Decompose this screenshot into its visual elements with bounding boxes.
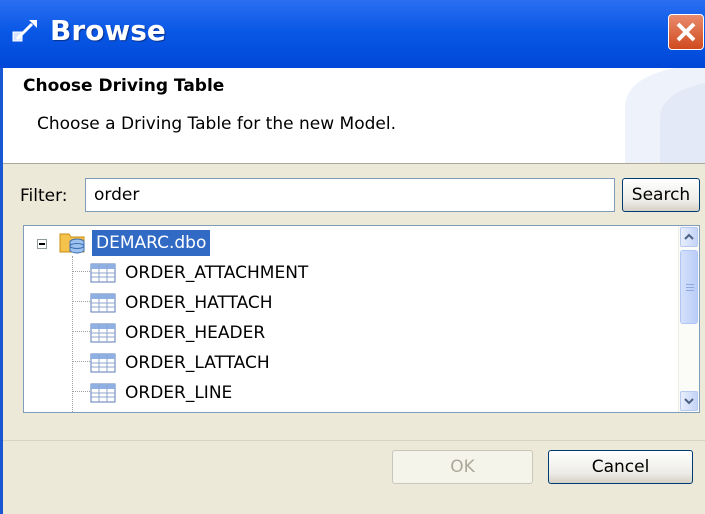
close-button[interactable] [668, 14, 704, 50]
tree-item[interactable]: ORDER_LINE [24, 377, 674, 407]
header-description: Choose a Driving Table for the new Model… [37, 114, 396, 134]
window-title: Browse [50, 14, 166, 47]
cancel-button[interactable]: Cancel [548, 450, 693, 484]
tree-item-label: ORDER_HEADER [125, 323, 266, 343]
title-bar[interactable]: Browse [0, 0, 705, 68]
filter-input[interactable] [85, 178, 615, 212]
browse-dialog: Browse Choose Driving Table Choose a Dri… [0, 0, 705, 514]
header-decoration [625, 68, 705, 163]
tree-item[interactable]: ORDER_LATTACH [24, 347, 674, 377]
ok-button[interactable]: OK [392, 450, 533, 484]
tree-item[interactable]: ORDER_ATTACHMENT [24, 257, 674, 287]
header-title: Choose Driving Table [23, 76, 225, 96]
database-folder-icon [59, 233, 85, 254]
scroll-thumb[interactable] [680, 250, 698, 324]
chevron-down-icon [684, 398, 694, 405]
tree-guide-line [72, 301, 90, 302]
browse-icon [12, 20, 37, 42]
table-icon [90, 353, 116, 373]
tree-root-label[interactable]: DEMARC.dbo [92, 230, 211, 256]
close-icon [676, 22, 696, 42]
vertical-scrollbar[interactable] [678, 226, 699, 412]
tree-item-label: ORDER_LATTACH [125, 353, 270, 373]
tree-item-label: ORDER_ATTACHMENT [125, 263, 309, 283]
tree-guide-line [72, 331, 90, 332]
dialog-header: Choose Driving Table Choose a Driving Ta… [3, 68, 705, 163]
button-bar-divider [3, 440, 705, 441]
table-icon [90, 383, 116, 403]
tree-guide-line [72, 271, 90, 272]
table-icon [90, 263, 116, 283]
tree-item[interactable]: ORDER_HATTACH [24, 287, 674, 317]
search-button[interactable]: Search [622, 178, 700, 212]
scroll-down-button[interactable] [680, 391, 698, 411]
table-icon [90, 323, 116, 343]
thumb-grip [686, 290, 694, 291]
filter-label: Filter: [20, 186, 68, 206]
tree-item-label: ORDER_HATTACH [125, 293, 273, 313]
chevron-up-icon [684, 233, 694, 240]
table-tree[interactable]: DEMARC.dbo ORDER_ATTACHMENT ORDER_HATTAC… [23, 225, 700, 413]
tree-root-row[interactable]: DEMARC.dbo [24, 227, 674, 257]
tree-guide-line [72, 391, 90, 392]
thumb-grip [686, 284, 694, 285]
header-divider [3, 163, 705, 164]
tree-item-label: ORDER_LINE [125, 383, 233, 403]
table-icon [90, 293, 116, 313]
thumb-grip [686, 287, 694, 288]
collapse-toggle-icon[interactable] [37, 239, 47, 249]
tree-item[interactable]: ORDER_HEADER [24, 317, 674, 347]
tree-guide-line [72, 361, 90, 362]
dialog-body: Choose Driving Table Choose a Driving Ta… [3, 68, 705, 514]
scroll-up-button[interactable] [680, 227, 698, 247]
